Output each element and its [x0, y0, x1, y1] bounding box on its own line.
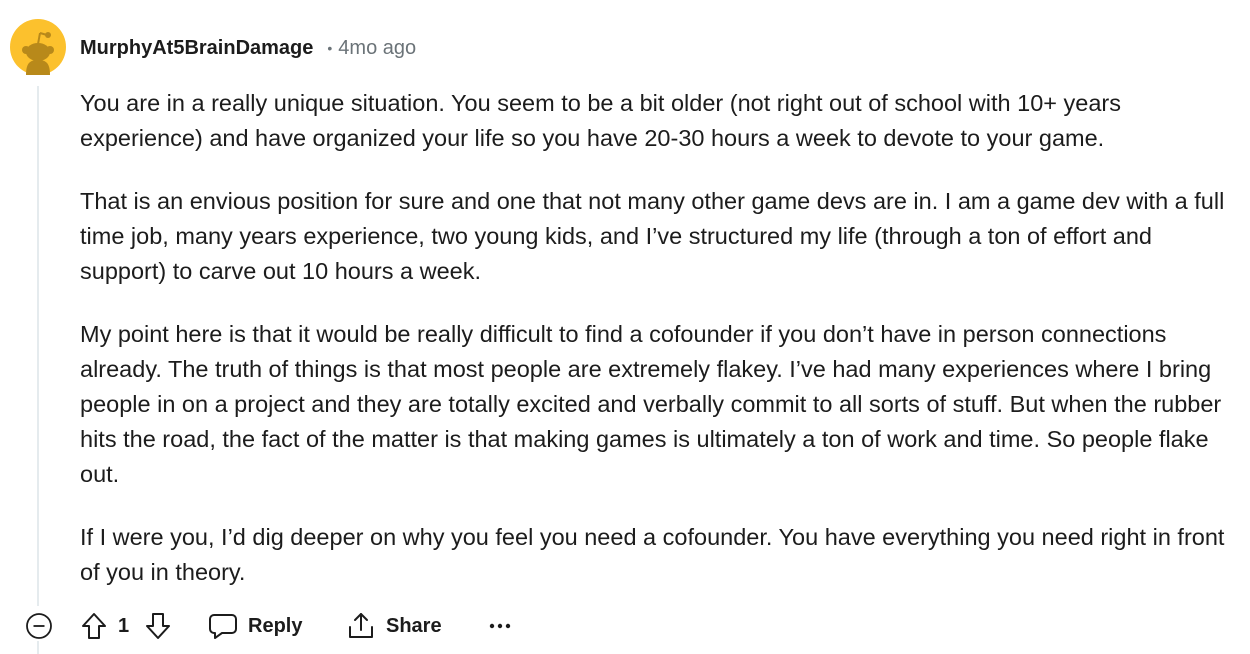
upvote-arrow-icon: [82, 613, 106, 639]
more-options-button[interactable]: [486, 604, 514, 648]
reply-label: Reply: [248, 614, 303, 637]
author-username[interactable]: MurphyAt5BrainDamage: [80, 37, 313, 60]
speech-bubble-icon: [209, 614, 237, 639]
share-label: Share: [386, 614, 442, 637]
comment-paragraph: My point here is that it would be really…: [80, 321, 1222, 487]
upvote-button[interactable]: [78, 604, 110, 648]
share-upload-icon: [349, 613, 373, 638]
thread-line[interactable]: [37, 86, 39, 606]
snoo-avatar-icon: [10, 19, 66, 75]
comment-timestamp[interactable]: 4mo ago: [338, 37, 416, 60]
comment: MurphyAt5BrainDamage • 4mo ago You are i…: [0, 0, 1250, 654]
reply-button[interactable]: Reply: [208, 604, 302, 648]
overflow-dots-icon: [489, 623, 511, 629]
comment-action-bar: 1 Reply Share: [0, 604, 1250, 648]
share-button[interactable]: Share: [346, 604, 442, 648]
comment-paragraph: That is an envious position for sure and…: [80, 188, 1225, 284]
comment-header: MurphyAt5BrainDamage • 4mo ago: [80, 33, 416, 63]
downvote-arrow-icon: [146, 613, 170, 639]
vote-count: 1: [118, 615, 130, 637]
comment-paragraph: If I were you, I’d dig deeper on why you…: [80, 524, 1225, 585]
avatar[interactable]: [10, 19, 66, 75]
collapse-minus-icon: [26, 613, 52, 639]
comment-body: You are in a really unique situation. Yo…: [80, 86, 1230, 618]
downvote-button[interactable]: [142, 604, 174, 648]
collapse-button[interactable]: [24, 604, 54, 648]
meta-separator: •: [327, 40, 333, 56]
comment-paragraph: You are in a really unique situation. Yo…: [80, 90, 1121, 151]
